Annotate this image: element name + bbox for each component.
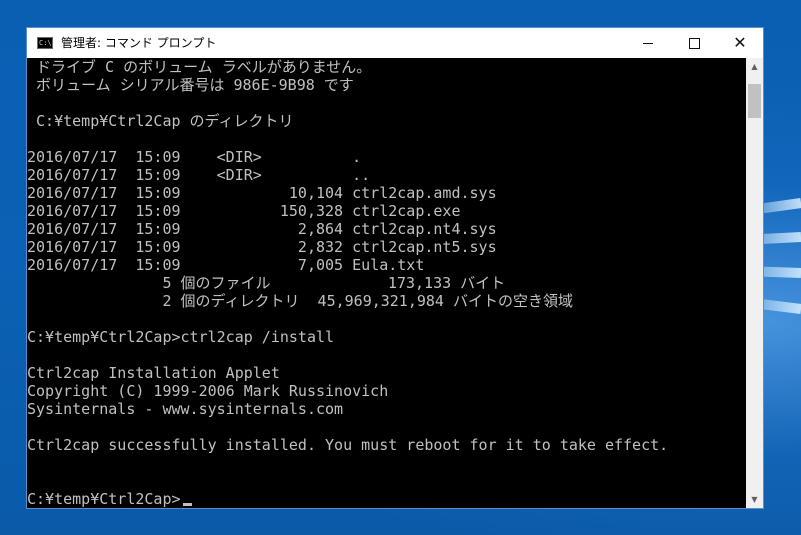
- vertical-scrollbar[interactable]: ▲ ▼: [746, 58, 763, 508]
- title-bar[interactable]: C:\ 管理者: コマンド プロンプト ✕: [27, 28, 763, 58]
- console-line: 2016/07/17 15:09 150,328 ctrl2cap.exe: [27, 202, 461, 220]
- close-icon: ✕: [733, 33, 747, 52]
- command-prompt-icon[interactable]: C:\: [37, 37, 53, 49]
- maximize-button[interactable]: [671, 28, 717, 58]
- maximize-icon: [688, 37, 700, 49]
- console-line: ドライブ C のボリューム ラベルがありません。: [27, 58, 372, 76]
- scroll-up-arrow-icon: ▲: [751, 62, 758, 71]
- console-line: C:¥temp¥Ctrl2Cap のディレクトリ: [27, 112, 294, 130]
- close-button[interactable]: ✕: [717, 28, 763, 58]
- console-line: C:¥temp¥Ctrl2Cap>ctrl2cap /install: [27, 328, 335, 346]
- scroll-down-button[interactable]: ▼: [746, 491, 763, 508]
- console-line: 2016/07/17 15:09 <DIR> .: [27, 148, 362, 166]
- console-line: 5 個のファイル 173,133 バイト: [27, 274, 506, 292]
- scroll-up-button[interactable]: ▲: [746, 58, 763, 75]
- scrollbar-thumb[interactable]: [748, 84, 761, 118]
- console-line: Copyright (C) 1999-2006 Mark Russinovich: [27, 382, 389, 400]
- text-cursor: [183, 503, 192, 506]
- console-line: Sysinternals - www.sysinternals.com: [27, 400, 344, 418]
- console-line: 2016/07/17 15:09 10,104 ctrl2cap.amd.sys: [27, 184, 497, 202]
- console-line: 2016/07/17 15:09 2,864 ctrl2cap.nt4.sys: [27, 220, 497, 238]
- console-line: ボリューム シリアル番号は 986E-9B98 です: [27, 76, 354, 94]
- console-line: 2016/07/17 15:09 2,832 ctrl2cap.nt5.sys: [27, 238, 497, 256]
- minimize-icon: [643, 42, 653, 44]
- command-prompt-line[interactable]: C:¥temp¥Ctrl2Cap>: [27, 490, 181, 508]
- minimize-button[interactable]: [625, 28, 671, 58]
- window-title: 管理者: コマンド プロンプト: [61, 36, 217, 50]
- console-line: Ctrl2cap successfully installed. You mus…: [27, 436, 669, 454]
- console-line: 2016/07/17 15:09 <DIR> ..: [27, 166, 371, 184]
- console-line: 2016/07/17 15:09 7,005 Eula.txt: [27, 256, 425, 274]
- command-prompt-window[interactable]: C:\ 管理者: コマンド プロンプト ✕ ドライブ C のボリューム ラベルが…: [26, 27, 764, 509]
- console-output[interactable]: ドライブ C のボリューム ラベルがありません。 ボリューム シリアル番号は 9…: [27, 58, 746, 508]
- scroll-down-arrow-icon: ▼: [751, 495, 758, 504]
- console-line: 2 個のディレクトリ 45,969,321,984 バイトの空き領域: [27, 292, 573, 310]
- console-line: Ctrl2cap Installation Applet: [27, 364, 280, 382]
